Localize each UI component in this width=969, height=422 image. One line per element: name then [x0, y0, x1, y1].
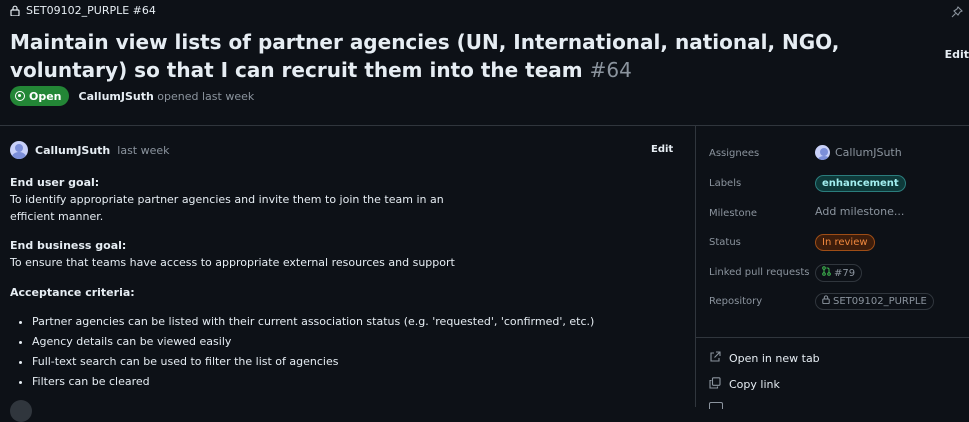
assignee[interactable]: CallumJSuth — [815, 145, 902, 160]
issue-number: #64 — [589, 58, 632, 82]
issue-author-link[interactable]: CallumJSuth — [79, 90, 154, 103]
linked-pr-pill[interactable]: #79 — [815, 264, 863, 282]
linked-pr-label: Linked pull requests — [709, 267, 810, 278]
repository-name[interactable]: SET09102_PURPLE — [833, 295, 927, 308]
status-in-review-badge[interactable]: In review — [815, 234, 875, 251]
end-user-goal-heading: End user goal: — [10, 176, 100, 189]
linked-pr-number[interactable]: #79 — [834, 267, 855, 280]
edit-comment-button[interactable]: Edit — [651, 144, 673, 155]
repository-label: Repository — [709, 296, 763, 307]
status-label: Status — [709, 237, 741, 248]
labels-label: Labels — [709, 178, 742, 189]
list-item: Partner agencies can be listed with thei… — [32, 312, 672, 332]
label-enhancement[interactable]: enhancement — [815, 175, 906, 192]
open-status-label: Open — [29, 89, 62, 103]
pull-request-icon — [822, 266, 831, 280]
pin-icon[interactable] — [951, 6, 963, 18]
linked-pr-value[interactable]: #79 — [815, 264, 863, 282]
end-business-goal-heading: End business goal: — [10, 239, 127, 252]
open-in-new-tab-link[interactable]: Open in new tab — [709, 351, 820, 366]
sidebar-divider — [695, 126, 696, 407]
opened-time: opened last week — [157, 89, 255, 103]
comment-author[interactable]: CallumJSuth — [35, 144, 110, 157]
issue-title-text: Maintain view lists of partner agencies … — [10, 30, 840, 82]
list-item: Agency details can be viewed easily — [32, 332, 672, 352]
comment-time[interactable]: last week — [117, 144, 169, 157]
milestone-label: Milestone — [709, 208, 758, 219]
external-link-icon — [709, 351, 721, 366]
repo-reference[interactable]: SET09102_PURPLE #64 — [26, 4, 156, 17]
more-actions-icon[interactable] — [709, 402, 723, 409]
issue-state-row: Open CallumJSuth opened last week — [10, 86, 254, 106]
lock-icon — [10, 5, 20, 16]
milestone-value[interactable]: Add milestone... — [815, 205, 904, 218]
avatar — [815, 145, 830, 160]
copy-icon — [709, 377, 721, 392]
next-comment-avatar[interactable] — [10, 400, 32, 422]
breadcrumb[interactable]: SET09102_PURPLE #64 — [10, 4, 156, 17]
open-in-new-tab-label[interactable]: Open in new tab — [729, 352, 820, 365]
copy-link-button[interactable]: Copy link — [709, 377, 780, 392]
acceptance-criteria-heading: Acceptance criteria: — [10, 286, 135, 299]
repository-value[interactable]: SET09102_PURPLE — [815, 293, 934, 310]
open-status-badge: Open — [10, 86, 69, 106]
end-user-goal-text: To identify appropriate partner agencies… — [10, 193, 444, 223]
assignee-name[interactable]: CallumJSuth — [835, 146, 902, 159]
issue-open-icon — [15, 91, 25, 101]
acceptance-criteria-list: Partner agencies can be listed with thei… — [10, 312, 672, 392]
header-divider — [0, 125, 969, 126]
copy-link-label[interactable]: Copy link — [729, 378, 780, 391]
lock-icon — [822, 295, 830, 308]
status-value[interactable]: In review — [815, 234, 875, 251]
comment-header: CallumJSuth last week — [10, 141, 170, 159]
repository-pill[interactable]: SET09102_PURPLE — [815, 293, 934, 310]
assignees-label: Assignees — [709, 148, 760, 159]
list-item: Full-text search can be used to filter t… — [32, 352, 672, 372]
issue-title: Maintain view lists of partner agencies … — [10, 28, 950, 84]
avatar[interactable] — [10, 141, 28, 159]
end-business-goal-text: To ensure that teams have access to appr… — [10, 256, 455, 269]
list-item: Filters can be cleared — [32, 372, 672, 392]
labels-value[interactable]: enhancement — [815, 175, 906, 192]
sidebar-actions-divider — [696, 337, 969, 338]
